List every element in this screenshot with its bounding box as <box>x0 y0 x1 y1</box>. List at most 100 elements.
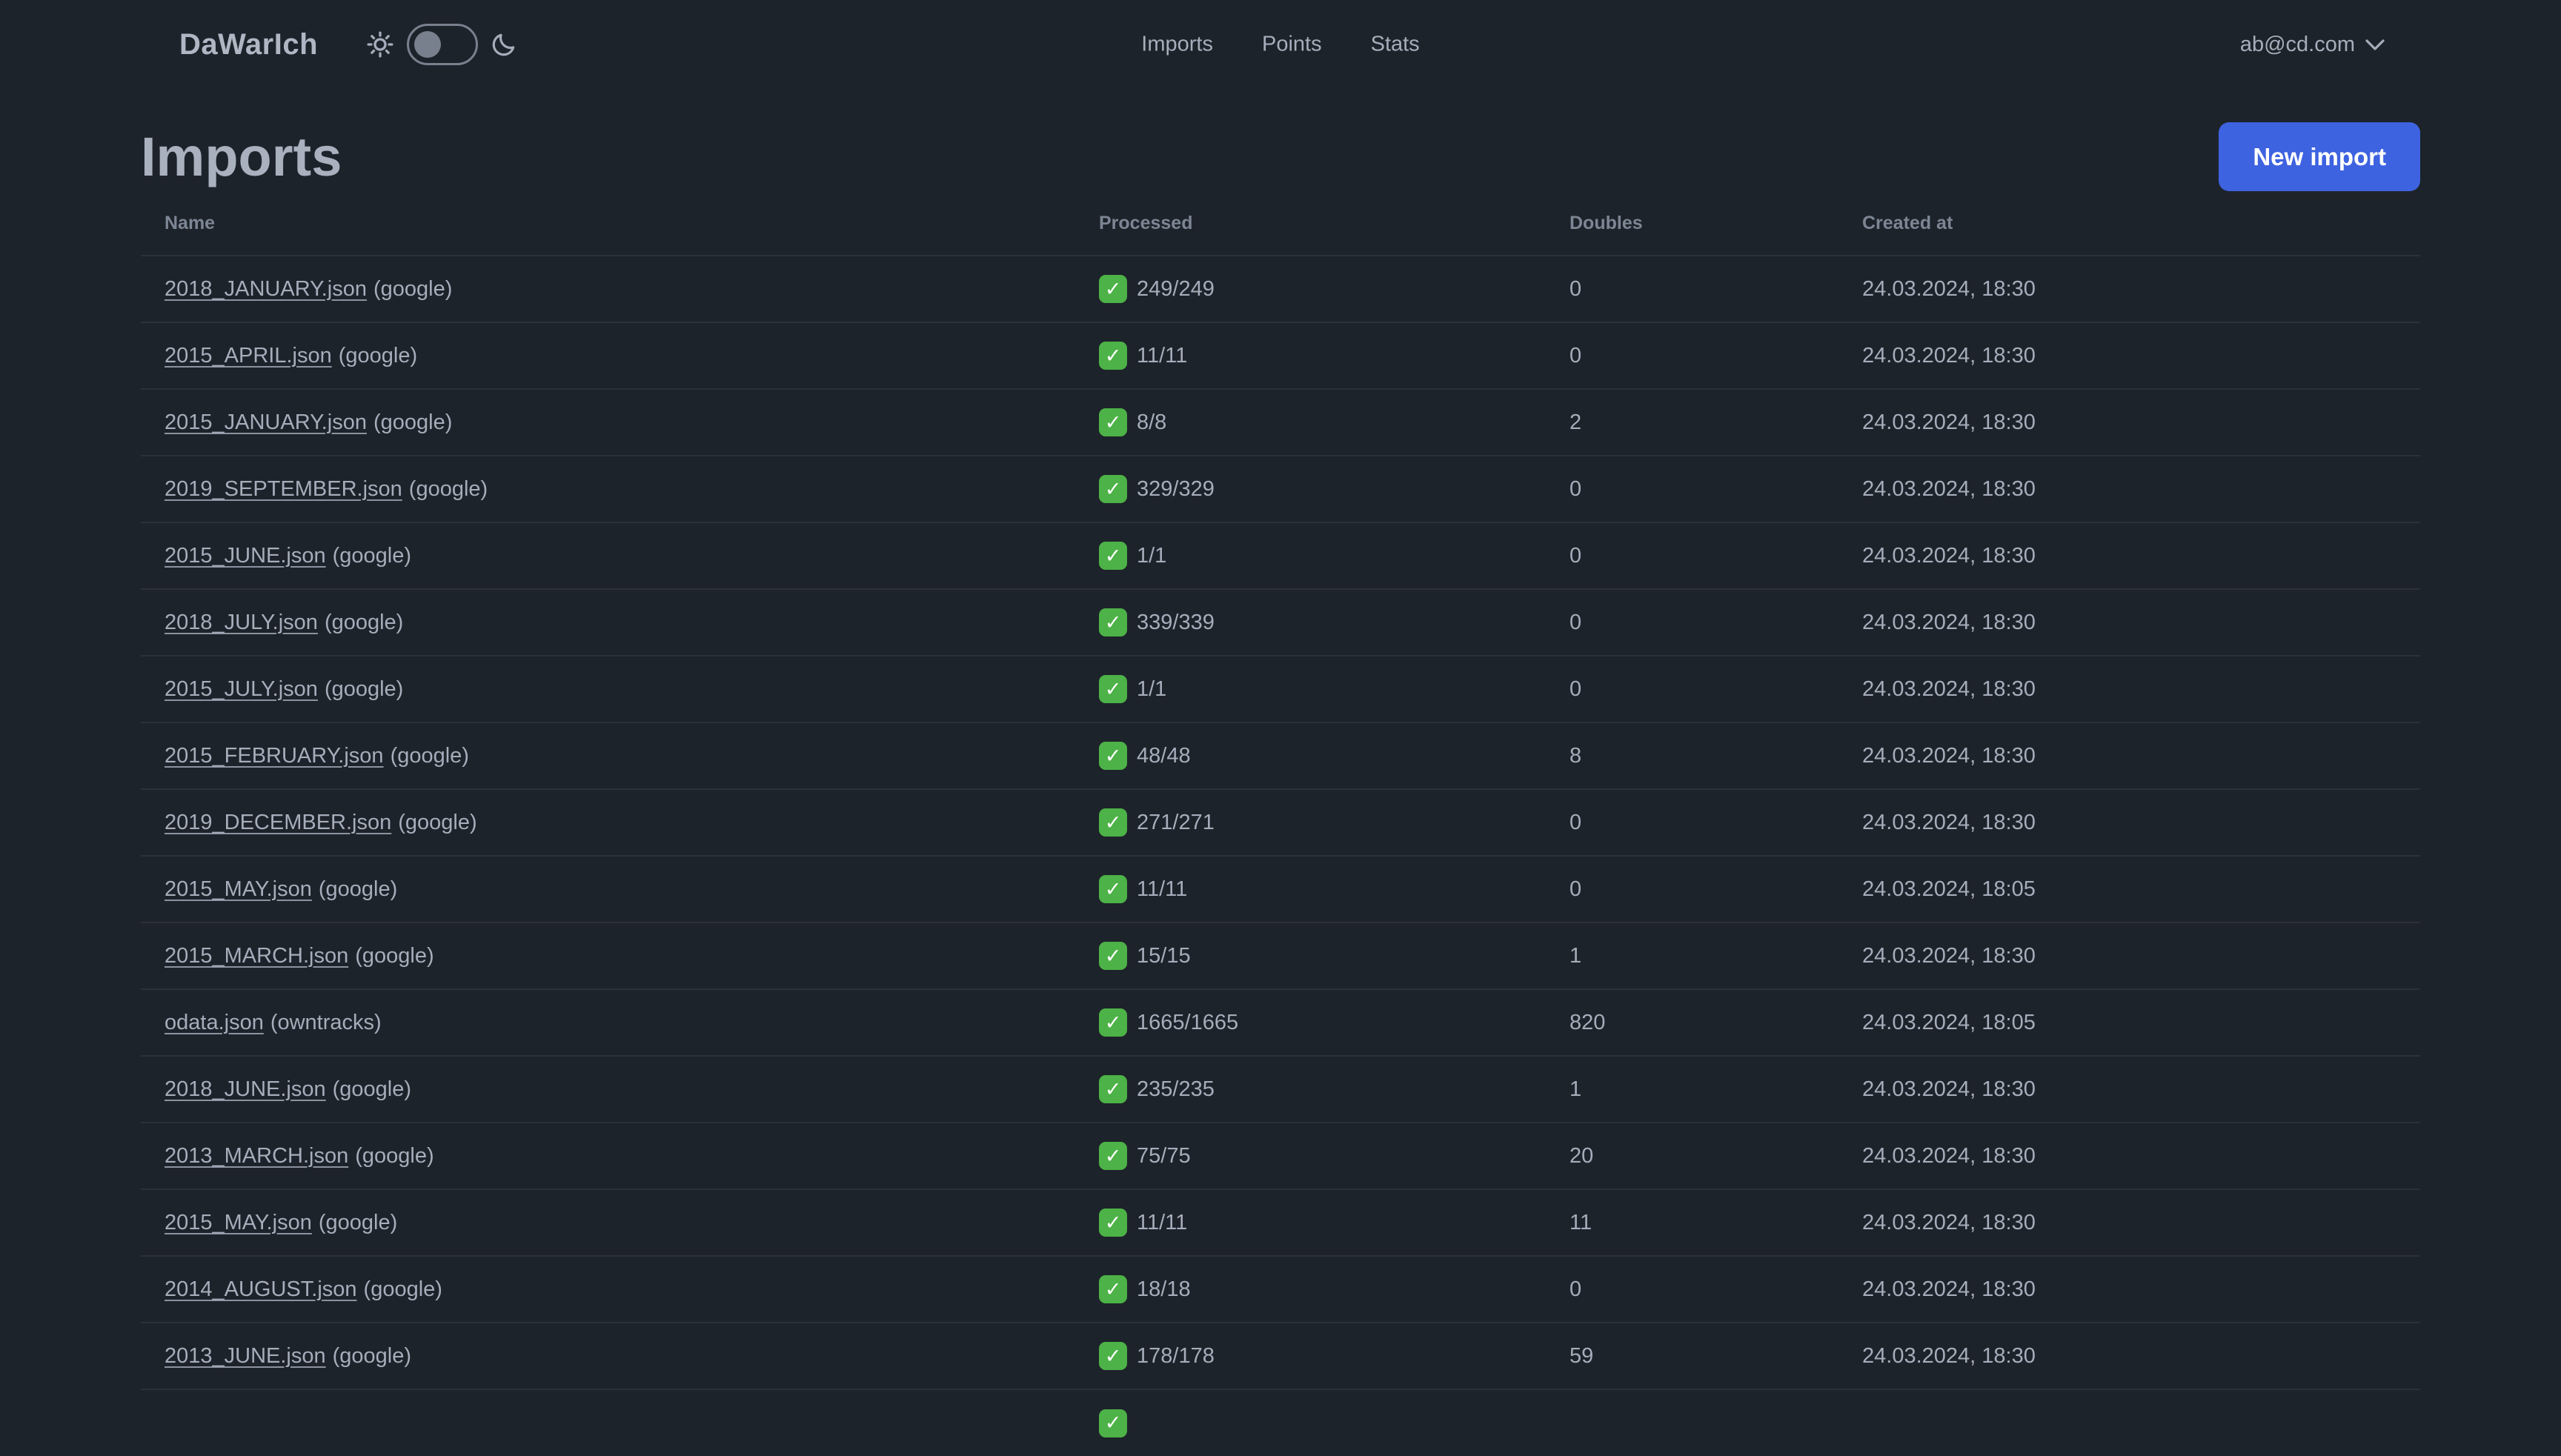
check-mark-emoji <box>1099 342 1127 370</box>
import-source-label: (google) <box>332 543 412 568</box>
doubles-cell: 2 <box>1546 389 1838 456</box>
processed-count: 1/1 <box>1137 677 1167 701</box>
import-source-label: (google) <box>355 943 434 968</box>
name-cell: 2015_MAY.json (google) <box>141 856 1075 923</box>
moon-icon <box>490 30 518 59</box>
import-file-link[interactable]: odata.json <box>165 1011 264 1034</box>
import-source-label: (google) <box>390 743 469 768</box>
name-cell: 2019_DECEMBER.json (google) <box>141 789 1075 857</box>
name-cell: 2015_JUNE.json (google) <box>141 522 1075 590</box>
processed-cell: 1665/1665 <box>1075 989 1546 1057</box>
processed-cell: 18/18 <box>1075 1256 1546 1323</box>
created-at-cell: 24.03.2024, 18:30 <box>1838 256 2420 323</box>
check-mark-emoji <box>1099 742 1127 770</box>
check-mark-emoji <box>1099 408 1127 436</box>
import-file-link[interactable]: 2015_FEBRUARY.json <box>165 744 384 768</box>
name-cell: 2015_MAY.json (google) <box>141 1189 1075 1257</box>
import-file-link[interactable]: 2015_APRIL.json <box>165 344 332 368</box>
nav-item-points[interactable]: Points <box>1262 33 1322 57</box>
import-file-link[interactable]: 2018_JANUARY.json <box>165 277 367 301</box>
table-row: odata.json (owntracks) 1665/1665 820 24.0… <box>141 989 2420 1057</box>
created-at-cell: 24.03.2024, 18:30 <box>1838 456 2420 523</box>
created-at-cell: 24.03.2024, 18:30 <box>1838 1256 2420 1323</box>
import-source-label: (google) <box>363 1277 442 1301</box>
doubles-cell: 0 <box>1546 856 1838 923</box>
table-row: 2015_MAY.json (google) 11/11 11 24.03.202… <box>141 1189 2420 1257</box>
check-mark-emoji <box>1099 475 1127 503</box>
imports-table: Name Processed Doubles Created at 2018_J… <box>141 191 2420 1456</box>
import-source-label: (google) <box>408 476 488 501</box>
created-at-cell: 24.03.2024, 18:30 <box>1838 1189 2420 1257</box>
import-source-label: (owntracks) <box>270 1010 382 1034</box>
main-nav: Imports Points Stats <box>1141 33 1419 57</box>
import-file-link[interactable]: 2015_JULY.json <box>165 677 318 701</box>
import-file-link[interactable]: 2019_DECEMBER.json <box>165 811 391 834</box>
import-file-link[interactable]: 2013_JUNE.json <box>165 1344 326 1368</box>
check-mark-emoji <box>1099 1275 1127 1303</box>
check-mark-emoji <box>1099 675 1127 703</box>
app-logo[interactable]: DaWarIch <box>179 28 318 62</box>
name-cell <box>141 1389 1075 1456</box>
processed-count: 235/235 <box>1137 1077 1215 1101</box>
processed-count: 11/11 <box>1137 343 1188 368</box>
name-cell: odata.json (owntracks) <box>141 989 1075 1057</box>
processed-count: 329/329 <box>1137 476 1215 501</box>
created-at-cell: 24.03.2024, 18:30 <box>1838 923 2420 990</box>
processed-count: 339/339 <box>1137 610 1215 634</box>
check-mark-emoji <box>1099 1142 1127 1170</box>
check-mark-emoji <box>1099 875 1127 903</box>
column-header-name: Name <box>141 191 1075 256</box>
import-file-link[interactable]: 2018_JULY.json <box>165 611 318 634</box>
processed-count: 48/48 <box>1137 743 1191 768</box>
column-header-doubles: Doubles <box>1546 191 1838 256</box>
processed-count: 11/11 <box>1137 877 1188 901</box>
new-import-button[interactable]: New import <box>2219 122 2420 191</box>
processed-cell: 1/1 <box>1075 656 1546 723</box>
import-file-link[interactable]: 2013_MARCH.json <box>165 1144 348 1168</box>
nav-item-imports[interactable]: Imports <box>1141 33 1213 57</box>
check-mark-emoji <box>1099 942 1127 970</box>
table-row: 2015_JUNE.json(google) 1/1 0 24.03.2024,… <box>141 522 2420 590</box>
check-mark-emoji <box>1099 808 1127 837</box>
doubles-cell: 0 <box>1546 789 1838 857</box>
user-email: ab@cd.com <box>2239 32 2355 56</box>
processed-count: 178/178 <box>1137 1343 1215 1368</box>
processed-count: 249/249 <box>1137 276 1215 301</box>
check-mark-emoji <box>1099 1075 1127 1103</box>
doubles-cell: 0 <box>1546 322 1838 390</box>
import-file-link[interactable]: 2014_AUGUST.json <box>165 1277 357 1301</box>
import-file-link[interactable]: 2015_MAY.json <box>165 1211 312 1234</box>
table-row: 2019_DECEMBER.json (google) 271/271 0 24.… <box>141 789 2420 857</box>
table-row <box>141 1389 2420 1456</box>
created-at-cell: 24.03.2024, 18:30 <box>1838 322 2420 390</box>
import-file-link[interactable]: 2019_SEPTEMBER.json <box>165 477 402 501</box>
doubles-cell: 0 <box>1546 256 1838 323</box>
import-file-link[interactable]: 2015_JANUARY.json <box>165 410 367 434</box>
processed-cell: 8/8 <box>1075 389 1546 456</box>
import-file-link[interactable]: 2015_MAY.json <box>165 877 312 901</box>
theme-toggle-switch[interactable] <box>407 24 479 65</box>
doubles-cell: 11 <box>1546 1189 1838 1257</box>
processed-count: 271/271 <box>1137 810 1215 834</box>
doubles-cell: 0 <box>1546 589 1838 656</box>
user-menu[interactable]: ab@cd.com <box>2240 33 2385 57</box>
processed-cell: 178/178 <box>1075 1323 1546 1390</box>
name-cell: 2015_JANUARY.json (google) <box>141 389 1075 456</box>
processed-count: 1/1 <box>1137 543 1167 568</box>
column-header-created-at: Created at <box>1838 191 2420 256</box>
toggle-knob <box>414 31 442 58</box>
doubles-cell: 0 <box>1546 1256 1838 1323</box>
page-header-row: Imports New import <box>141 122 2420 191</box>
import-file-link[interactable]: 2015_JUNE.json <box>165 544 326 568</box>
table-row: 2018_JUNE.json(google) 235/235 1 24.03.2… <box>141 1056 2420 1123</box>
doubles-cell: 59 <box>1546 1323 1838 1390</box>
table-row: 2018_JULY.json (google) 339/339 0 24.03.2… <box>141 589 2420 656</box>
import-file-link[interactable]: 2018_JUNE.json <box>165 1077 326 1101</box>
created-at-cell: 24.03.2024, 18:30 <box>1838 1056 2420 1123</box>
table-row: 2015_MAY.json(google) 11/11 0 24.03.2024… <box>141 856 2420 923</box>
processed-count: 8/8 <box>1137 410 1167 434</box>
nav-item-stats[interactable]: Stats <box>1371 33 1420 57</box>
import-file-link[interactable]: 2015_MARCH.json <box>165 944 348 968</box>
doubles-cell: 0 <box>1546 656 1838 723</box>
import-source-label: (google) <box>373 276 453 301</box>
